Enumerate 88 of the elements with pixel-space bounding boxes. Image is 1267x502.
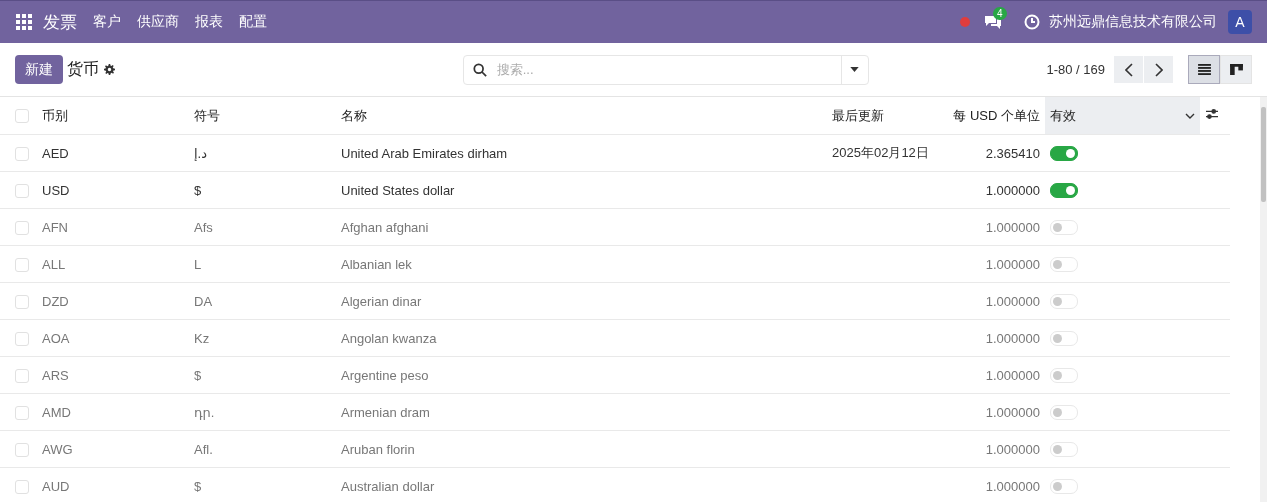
previous-page-button[interactable] (1114, 56, 1143, 83)
currency-symbol: L (194, 256, 202, 272)
search-icon (472, 62, 487, 77)
currency-code: AUD (42, 478, 70, 494)
currency-symbol: $ (194, 478, 202, 494)
chevron-left-icon (1124, 62, 1133, 77)
chevron-right-icon (1154, 62, 1163, 77)
currency-name: Aruban florin (341, 441, 415, 457)
apps-menu-icon[interactable] (16, 14, 32, 30)
exchange-rate: 1.000000 (985, 256, 1040, 272)
currency-symbol: Kz (194, 330, 210, 346)
row-checkbox[interactable] (15, 479, 29, 494)
menu-item[interactable]: 供应商 (137, 13, 179, 31)
clock-icon[interactable] (1024, 14, 1040, 30)
exchange-rate: 1.000000 (985, 293, 1040, 309)
list-view-button[interactable] (1188, 55, 1220, 84)
exchange-rate: 1.000000 (985, 182, 1040, 198)
currency-name: Australian dollar (341, 478, 435, 494)
column-header[interactable]: 最后更新 (827, 97, 947, 135)
new-button[interactable]: 新建 (15, 55, 63, 84)
column-header[interactable]: 符号 (189, 97, 336, 135)
currency-symbol: դր. (194, 404, 215, 420)
currency-name: Angolan kwanza (341, 330, 437, 346)
currency-code: AFN (42, 219, 68, 235)
currency-code: ARS (42, 367, 69, 383)
app-name[interactable]: 发票 (43, 10, 77, 34)
select-all-checkbox[interactable] (15, 109, 29, 124)
currency-symbol: د.إ (194, 145, 207, 161)
currency-name: Armenian dram (341, 404, 430, 420)
row-checkbox[interactable] (15, 368, 29, 383)
row-checkbox[interactable] (15, 294, 29, 309)
currency-code: USD (42, 182, 70, 198)
currency-code: AOA (42, 330, 70, 346)
exchange-rate: 1.000000 (985, 367, 1040, 383)
currency-name: United States dollar (341, 182, 455, 198)
menu-item[interactable]: 报表 (195, 13, 223, 31)
menu-item[interactable]: 客户 (93, 13, 121, 31)
row-checkbox[interactable] (15, 331, 29, 346)
last-update-date: 2025年02月12日 (832, 145, 929, 160)
currency-name: Albanian lek (341, 256, 412, 272)
currency-code: AMD (42, 404, 71, 420)
row-checkbox[interactable] (15, 146, 29, 161)
currency-symbol: $ (194, 367, 202, 383)
message-count-badge: 4 (993, 7, 1007, 20)
column-header[interactable]: 有效 (1045, 97, 1200, 135)
currency-name: Afghan afghani (341, 219, 429, 235)
row-checkbox[interactable] (15, 257, 29, 272)
row-checkbox[interactable] (15, 183, 29, 198)
page-title: 货币 (67, 59, 99, 79)
row-checkbox[interactable] (15, 220, 29, 235)
sort-descending-icon (1185, 112, 1195, 119)
scrollbar[interactable] (1260, 97, 1267, 502)
menu-item[interactable]: 配置 (239, 13, 267, 31)
exchange-rate: 2.365410 (985, 145, 1040, 161)
row-checkbox[interactable] (15, 405, 29, 420)
exchange-rate: 1.000000 (985, 404, 1040, 420)
kanban-icon (1229, 64, 1243, 75)
caret-icon (850, 67, 860, 72)
currency-name: United Arab Emirates dirham (341, 145, 508, 161)
search-field[interactable]: 搜索... (462, 54, 869, 85)
currency-symbol: $ (194, 182, 202, 198)
kanban-view-button[interactable] (1220, 55, 1252, 84)
pager-value[interactable]: 1-80 / 169 (1046, 62, 1105, 77)
currency-name: Argentine peso (341, 367, 429, 383)
column-header[interactable]: 名称 (336, 97, 827, 135)
column-header[interactable]: 币别 (37, 97, 189, 135)
currency-code: AED (42, 145, 69, 161)
currency-code: DZD (42, 293, 69, 309)
active-toggle[interactable] (1050, 183, 1078, 199)
exchange-rate: 1.000000 (985, 478, 1040, 494)
user-avatar[interactable]: A (1228, 10, 1252, 34)
currency-symbol: Afs (194, 219, 213, 235)
currency-symbol: Afl. (194, 441, 213, 457)
row-checkbox[interactable] (15, 442, 29, 457)
exchange-rate: 1.000000 (985, 219, 1040, 235)
next-page-button[interactable] (1144, 56, 1173, 83)
exchange-rate: 1.000000 (985, 441, 1040, 457)
company-name[interactable]: 苏州远鼎信息技术有限公司 (1049, 13, 1217, 31)
currency-name: Algerian dinar (341, 293, 422, 309)
status-dot[interactable] (960, 17, 970, 27)
exchange-rate: 1.000000 (985, 330, 1040, 346)
list-icon (1197, 64, 1211, 75)
currency-code: ALL (42, 256, 66, 272)
active-toggle[interactable] (1050, 146, 1078, 162)
currency-symbol: DA (194, 293, 213, 309)
settings-icon[interactable] (104, 64, 115, 75)
currency-code: AWG (42, 441, 73, 457)
column-settings-icon[interactable] (1205, 108, 1219, 120)
